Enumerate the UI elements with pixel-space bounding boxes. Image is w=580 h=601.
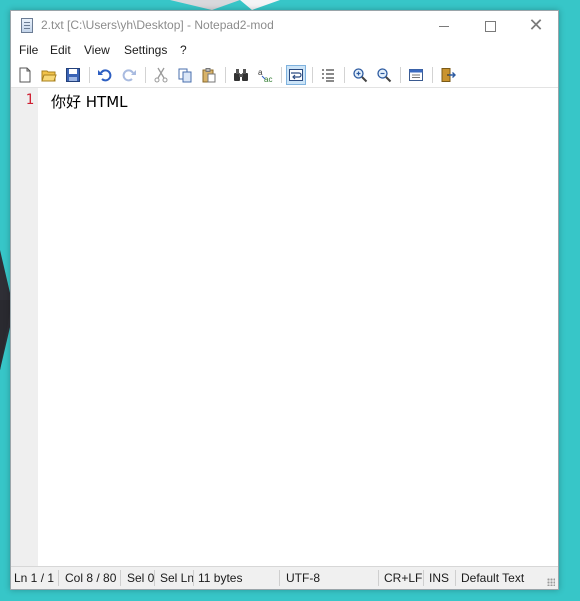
redo-button[interactable] [119,65,139,85]
open-button[interactable] [39,65,59,85]
status-size: 11 bytes [198,571,243,585]
line-number: 1 [25,92,34,108]
status-encoding[interactable]: UTF-8 [286,571,320,585]
zoom-in-icon [353,68,368,83]
status-insert-mode[interactable]: INS [429,571,449,585]
settings-button[interactable] [406,65,426,85]
status-selected-lines: Sel Ln [160,571,195,585]
save-button[interactable] [63,65,83,85]
word-wrap-icon [289,69,303,81]
undo-icon [98,69,112,82]
text-editor[interactable]: 1 你好 HTML [11,88,558,566]
exit-icon [441,68,456,82]
status-line: Ln 1 / 1 [14,571,55,585]
resize-grip-icon[interactable] [547,578,555,586]
menu-settings[interactable]: Settings [124,43,167,57]
notepad-app-icon[interactable] [21,18,33,33]
toolbar-separator [344,67,345,83]
status-line-ending[interactable]: CR+LF [384,571,422,585]
new-file-icon [19,67,31,83]
minimize-button[interactable] [421,11,467,41]
undo-button[interactable] [95,65,115,85]
line-number-gutter: 1 [11,88,38,566]
status-bar: Ln 1 / 1 Col 8 / 80 Sel 0 Sel Ln 11 byte… [11,566,558,589]
zoom-out-icon [377,68,392,83]
svg-text:ac: ac [264,75,272,83]
find-icon [234,69,248,81]
toolbar-separator [225,67,226,83]
copy-icon [178,68,192,83]
cut-button[interactable] [151,65,171,85]
line-numbers-icon [322,69,334,82]
exit-button[interactable] [438,65,458,85]
menu-view[interactable]: View [84,43,110,57]
close-button[interactable]: ✕ [513,11,559,41]
menu-edit[interactable]: Edit [50,43,71,57]
replace-icon: aac [258,68,272,83]
maximize-icon [484,20,496,32]
save-icon [66,68,80,82]
minimize-icon [439,25,449,27]
toolbar-separator [281,67,282,83]
title-bar[interactable]: 2.txt [C:\Users\yh\Desktop] - Notepad2-m… [11,11,558,41]
word-wrap-button[interactable] [286,65,306,85]
menu-file[interactable]: File [19,43,38,57]
status-separator [378,570,379,586]
paste-button[interactable] [199,65,219,85]
cut-icon [154,67,168,83]
editor-text[interactable]: 你好 HTML [51,91,128,112]
status-separator [193,570,194,586]
replace-button[interactable]: a ac [255,65,275,85]
status-separator [279,570,280,586]
zoom-in-button[interactable] [350,65,370,85]
status-separator [120,570,121,586]
open-folder-icon [41,70,57,82]
status-scheme[interactable]: Default Text [461,571,524,585]
close-icon: ✕ [528,15,544,36]
window-title: 2.txt [C:\Users\yh\Desktop] - Notepad2-m… [41,18,274,32]
status-column: Col 8 / 80 [65,571,117,585]
status-separator [154,570,155,586]
menu-help[interactable]: ? [180,43,187,57]
redo-icon [122,69,136,82]
menu-bar: File Edit View Settings ? [11,41,558,61]
line-numbers-button[interactable] [318,65,338,85]
toolbar-separator [432,67,433,83]
toolbar-separator [312,67,313,83]
desktop-shape-white [240,0,280,10]
status-separator [423,570,424,586]
status-separator [455,570,456,586]
find-button[interactable] [231,65,251,85]
maximize-button[interactable] [467,11,513,41]
svg-text:a: a [258,68,263,77]
toolbar: a ac [11,63,558,88]
new-file-button[interactable] [15,65,35,85]
paste-icon [202,68,216,83]
copy-button[interactable] [175,65,195,85]
toolbar-separator [400,67,401,83]
toolbar-separator [145,67,146,83]
notepad-window: 2.txt [C:\Users\yh\Desktop] - Notepad2-m… [10,10,559,590]
zoom-out-button[interactable] [374,65,394,85]
status-selection: Sel 0 [127,571,155,585]
status-separator [58,570,59,586]
toolbar-separator [89,67,90,83]
desktop-shape-light [170,0,240,10]
settings-icon [409,69,423,81]
